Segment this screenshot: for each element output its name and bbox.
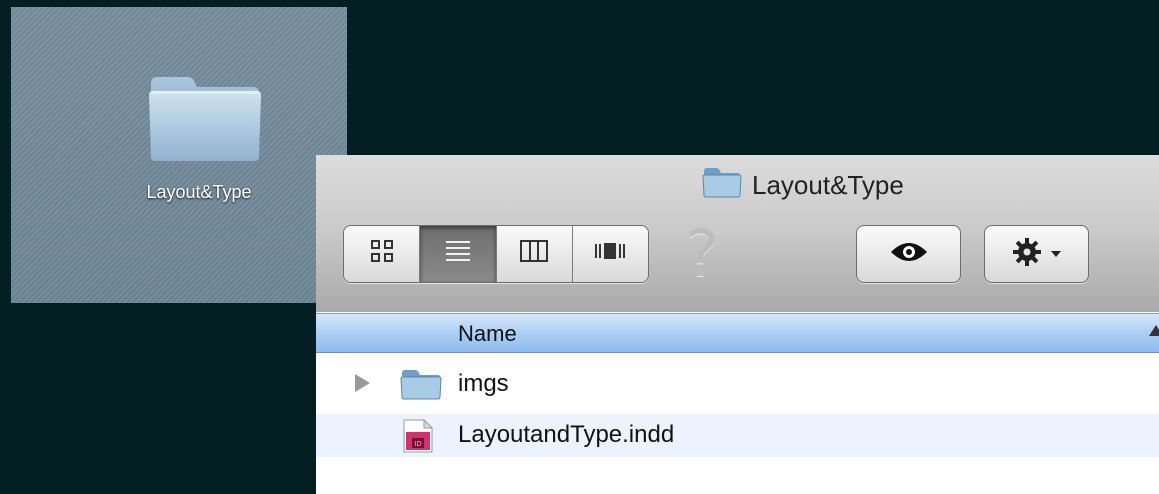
svg-text:ID: ID bbox=[414, 440, 421, 448]
window-title: Layout&Type bbox=[702, 167, 904, 203]
folder-icon bbox=[400, 368, 442, 405]
help-button[interactable]: ? bbox=[674, 217, 730, 293]
list-item-label: LayoutandType.indd bbox=[458, 421, 675, 448]
sort-ascending-icon bbox=[1149, 325, 1159, 336]
list-item[interactable]: ID LayoutandType.indd bbox=[316, 414, 1159, 457]
list-view-icon bbox=[444, 239, 472, 270]
desktop-area: Layout&Type bbox=[11, 7, 347, 303]
quick-look-button[interactable] bbox=[856, 225, 961, 283]
column-view-button[interactable] bbox=[496, 226, 573, 282]
title-folder-icon bbox=[702, 166, 742, 205]
list-item[interactable]: imgs bbox=[316, 363, 1159, 406]
cover-flow-button[interactable] bbox=[572, 226, 648, 282]
disclosure-triangle-icon[interactable] bbox=[355, 374, 370, 392]
list-item-label: imgs bbox=[458, 370, 509, 397]
gear-icon bbox=[1012, 237, 1042, 272]
chevron-down-icon bbox=[1050, 245, 1062, 263]
column-header-label: Name bbox=[458, 321, 517, 346]
desktop-folder-label[interactable]: Layout&Type bbox=[129, 180, 269, 204]
eye-icon bbox=[889, 240, 929, 269]
list-view-button[interactable] bbox=[420, 226, 497, 282]
window-title-text: Layout&Type bbox=[752, 169, 904, 200]
column-view-icon bbox=[519, 239, 549, 270]
indesign-file-icon: ID bbox=[400, 418, 436, 458]
window-toolbar: Layout&Type ? bbox=[316, 155, 1159, 312]
view-mode-control bbox=[343, 225, 649, 283]
icon-view-button[interactable] bbox=[344, 226, 421, 282]
finder-window: Layout&Type ? Name imgs ID LayoutandType… bbox=[316, 155, 1159, 494]
desktop-folder-icon[interactable] bbox=[147, 73, 263, 163]
name-column-header[interactable]: Name bbox=[316, 313, 1159, 353]
cover-flow-icon bbox=[593, 240, 627, 269]
icon-view-icon bbox=[369, 238, 395, 271]
action-menu-button[interactable] bbox=[984, 225, 1089, 283]
